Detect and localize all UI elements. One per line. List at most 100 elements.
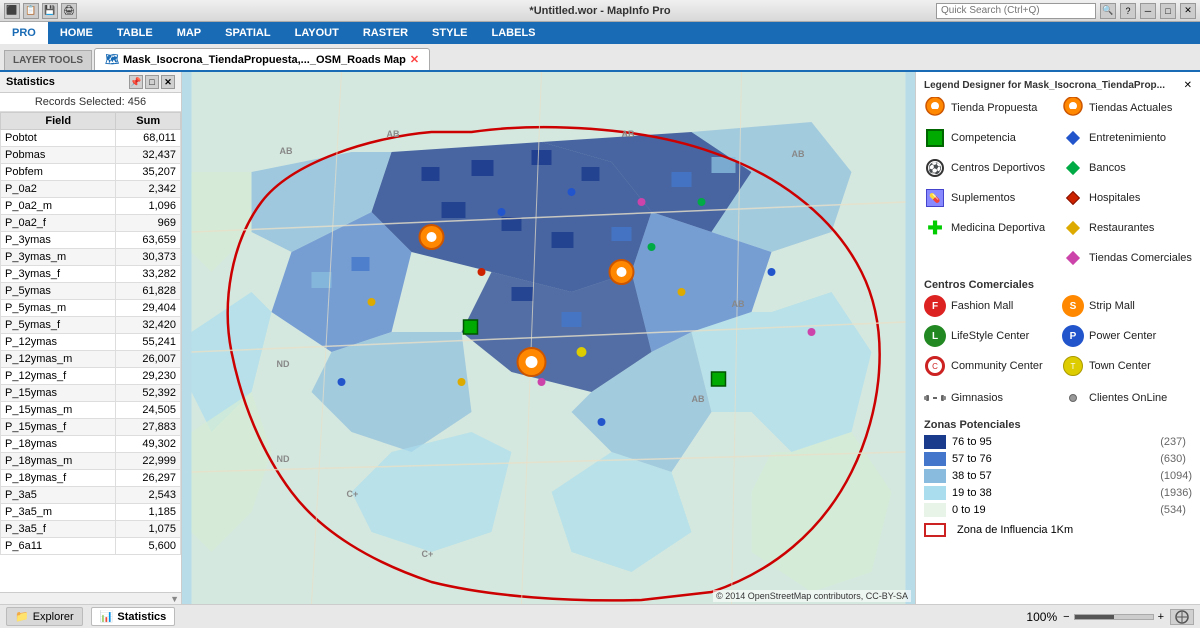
menu-map[interactable]: MAP [165,22,213,44]
menu-labels[interactable]: LABELS [480,22,548,44]
table-row[interactable]: P_12ymas_f29,230 [1,368,181,385]
table-row[interactable]: P_0a2_f969 [1,215,181,232]
map-container[interactable]: AB AB AB AB AB AB ND ND C+ C+ [182,72,915,604]
sum-cell: 1,075 [116,521,181,538]
diamond-red-icon [1062,187,1084,209]
dumbbell-icon [924,387,946,409]
legend-item-suplementos: 💊 Suplementos [924,187,1054,209]
table-row[interactable]: P_5ymas_f32,420 [1,317,181,334]
window-title: *Untitled.wor - MapInfo Pro [529,5,670,17]
zona-76-95-range: 76 to 95 [952,436,1154,448]
sum-cell: 26,297 [116,470,181,487]
table-row[interactable]: P_6a115,600 [1,538,181,555]
menu-layout[interactable]: LAYOUT [283,22,351,44]
status-bar: 📁 Explorer 📊 Statistics 100% − + [0,604,1200,628]
menu-style[interactable]: STYLE [420,22,479,44]
app-icon-3[interactable]: 💾 [42,3,58,19]
map-tab[interactable]: 🗺 Mask_Isocrona_TiendaPropuesta,..._OSM_… [94,48,430,70]
table-row[interactable]: P_5ymas_m29,404 [1,300,181,317]
tab-bar: LAYER TOOLS 🗺 Mask_Isocrona_TiendaPropue… [0,44,1200,72]
stats-float-btn[interactable]: □ [145,75,159,89]
search-bar[interactable]: 🔍 ? ─ □ ✕ [936,3,1196,19]
legend-label-hospitales: Hospitales [1089,192,1140,204]
sum-cell: 35,207 [116,164,181,181]
statistics-tab-bottom[interactable]: 📊 Statistics [91,607,176,626]
map-tab-close[interactable]: ✕ [410,53,419,66]
table-row[interactable]: P_18ymas_m22,999 [1,453,181,470]
table-row[interactable]: P_18ymas49,302 [1,436,181,453]
table-row[interactable]: Pobtot68,011 [1,130,181,147]
table-row[interactable]: Pobmas32,437 [1,147,181,164]
community-center-ring: C [925,356,945,376]
table-row[interactable]: P_12ymas55,241 [1,334,181,351]
table-row[interactable]: P_15ymas52,392 [1,385,181,402]
app-icon-2[interactable]: 📋 [23,3,39,19]
menu-spatial[interactable]: SPATIAL [213,22,282,44]
menu-home[interactable]: HOME [48,22,105,44]
table-row[interactable]: P_15ymas_m24,505 [1,402,181,419]
zoom-control: − + [1063,611,1164,623]
minimize-icon[interactable]: ─ [1140,3,1156,19]
town-center-circle: T [1063,356,1083,376]
close-icon[interactable]: ✕ [1180,3,1196,19]
town-center-icon: T [1062,355,1084,377]
table-row[interactable]: P_3ymas63,659 [1,232,181,249]
menu-table[interactable]: TABLE [105,22,165,44]
sum-cell: 2,342 [116,181,181,198]
table-row[interactable]: P_0a2_m1,096 [1,198,181,215]
stats-scrollbar[interactable]: ▼ [0,592,181,604]
legend-close-btn[interactable]: ✕ [1184,80,1192,91]
statistics-header: Statistics 📌 □ ✕ [0,72,181,93]
legend-item-lifestyle-center: L LifeStyle Center [924,325,1054,347]
sum-cell: 68,011 [116,130,181,147]
map-background: AB AB AB AB AB AB ND ND C+ C+ [182,72,915,604]
table-row[interactable]: P_3a5_m1,185 [1,504,181,521]
table-row[interactable]: P_3a5_f1,075 [1,521,181,538]
stats-pin-btn[interactable]: 📌 [129,75,143,89]
zoom-plus-btn[interactable]: + [1158,611,1164,623]
zoom-bar[interactable] [1074,614,1154,620]
zona-57-76-count: (630) [1160,453,1192,465]
table-row[interactable]: P_18ymas_f26,297 [1,470,181,487]
legend-item-strip-mall: S Strip Mall [1062,295,1192,317]
app-icon-4[interactable]: 🖨 [61,3,77,19]
zona-57-76-box [924,452,946,466]
zoom-minus-btn[interactable]: − [1063,611,1069,623]
sum-cell: 2,543 [116,487,181,504]
svg-text:ND: ND [277,454,290,464]
table-row[interactable]: Pobfem35,207 [1,164,181,181]
table-row[interactable]: P_3a52,543 [1,487,181,504]
stats-close-btn[interactable]: ✕ [161,75,175,89]
sum-cell: 29,404 [116,300,181,317]
table-row[interactable]: P_15ymas_f27,883 [1,419,181,436]
menu-raster[interactable]: RASTER [351,22,420,44]
diamond-blue-icon [1062,127,1084,149]
gimnasios-clientes-row: Gimnasios Clientes OnLine [924,387,1192,413]
table-row[interactable]: P_3ymas_m30,373 [1,249,181,266]
nav-icon[interactable] [1170,609,1194,625]
explorer-tab[interactable]: 📁 Explorer [6,607,83,626]
table-row[interactable]: P_3ymas_f33,282 [1,266,181,283]
layer-tools-tab[interactable]: LAYER TOOLS [4,50,92,70]
field-cell: P_3a5_m [1,504,116,521]
zona-57-76-range: 57 to 76 [952,453,1154,465]
field-cell: P_3ymas_f [1,266,116,283]
table-row[interactable]: P_0a22,342 [1,181,181,198]
sum-cell: 24,505 [116,402,181,419]
help-icon[interactable]: ? [1120,3,1136,19]
menu-pro[interactable]: PRO [0,22,48,44]
zona-76-95-count: (237) [1160,436,1192,448]
field-cell: P_3ymas_m [1,249,116,266]
table-row[interactable]: P_5ymas61,828 [1,283,181,300]
maximize-icon[interactable]: □ [1160,3,1176,19]
legend-header: Legend Designer for Mask_Isocrona_Tienda… [924,80,1192,91]
table-row[interactable]: P_12ymas_m26,007 [1,351,181,368]
search-icon[interactable]: 🔍 [1100,3,1116,19]
search-input[interactable] [936,3,1096,19]
diamond-pink-icon [1062,247,1084,269]
legend-label-power-center: Power Center [1089,330,1156,342]
zona-38-57-box [924,469,946,483]
zona-0-19-box [924,503,946,517]
centros-comerciales-items: F Fashion Mall S Strip Mall L LifeStyle … [924,295,1192,381]
app-icon-1[interactable]: ⬛ [4,3,20,19]
